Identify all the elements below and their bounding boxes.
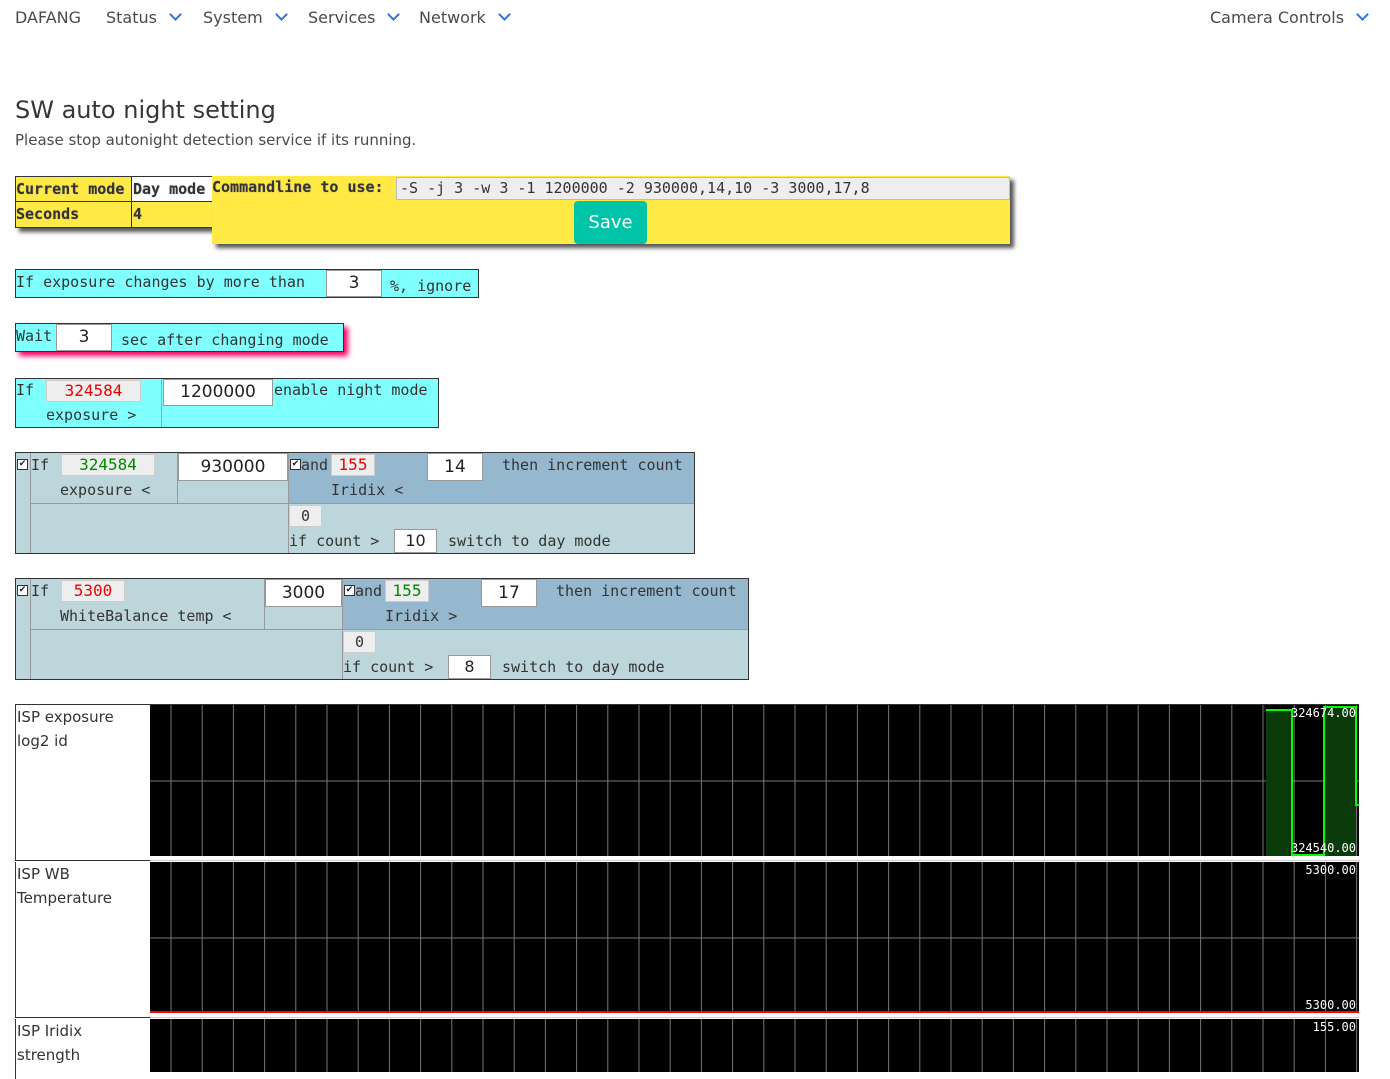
nav-services-label: Services	[308, 8, 376, 27]
chevron-down-icon	[1356, 8, 1369, 21]
nav-services[interactable]: Services	[308, 8, 401, 27]
current-mode-label: Current mode	[16, 180, 125, 198]
day2-wb-current: 5300	[61, 580, 125, 602]
day2-count-value: 0	[343, 631, 376, 653]
day2-if-label: If	[31, 582, 50, 600]
day1-iridix-current: 155	[331, 454, 375, 476]
chevron-down-icon	[169, 8, 182, 21]
day-rule-exposure: ✔ If 324584 exposure < 930000 ✔ and 155 …	[15, 452, 695, 554]
day2-count-threshold-input[interactable]: 8	[448, 655, 491, 679]
day2-iridix-metric: Iridix >	[385, 607, 458, 625]
day1-if-label: If	[31, 456, 50, 474]
chart-exposure-max: 324674.00	[1290, 706, 1356, 720]
day-rule-1-checkbox[interactable]: ✔	[17, 459, 28, 470]
night-if-label: If	[16, 381, 35, 399]
chart-separator	[150, 856, 1359, 861]
exposure-change-suffix: %, ignore	[390, 277, 472, 295]
series-area	[1266, 710, 1292, 857]
day1-iridix-checkbox[interactable]: ✔	[290, 459, 301, 470]
day1-action: switch to day mode	[448, 532, 611, 550]
day1-exposure-metric: exposure <	[60, 481, 151, 499]
nav-status[interactable]: Status	[106, 8, 182, 27]
wait-input[interactable]: 3	[56, 324, 112, 351]
chart-iridix	[150, 1019, 1359, 1072]
nav-camera-controls-label: Camera Controls	[1210, 8, 1345, 27]
page-title: SW auto night setting	[15, 96, 276, 124]
chart-wb-max: 5300.00	[1305, 863, 1356, 877]
day-rule-whitebalance: ✔ If 5300 WhiteBalance temp < 3000 ✔ and…	[15, 578, 749, 680]
day1-iridix-metric: Iridix <	[331, 481, 404, 499]
exposure-change-row: If exposure changes by more than 3 %, ig…	[15, 269, 479, 298]
night-exposure-current: 324584	[46, 380, 141, 402]
day2-count-label: if count >	[343, 658, 434, 676]
wait-row: Wait 3 sec after changing mode	[15, 323, 344, 352]
day1-count-label: if count >	[289, 532, 380, 550]
chart-separator	[150, 1013, 1359, 1018]
nav-network[interactable]: Network	[419, 8, 511, 27]
commandline-label: Commandline to use:	[212, 178, 384, 196]
chart-label-iridix: ISP Iridix strength	[15, 1019, 150, 1079]
day2-action: switch to day mode	[502, 658, 665, 676]
chart-iridix-max: 155.00	[1312, 1020, 1356, 1034]
cell-divider	[30, 629, 748, 630]
day2-then-label: then increment count	[556, 582, 737, 600]
navbar: DAFANG Status System Services Network Ca…	[0, 0, 1390, 38]
day1-and-label: and	[301, 456, 329, 474]
seconds-label: Seconds	[16, 205, 80, 223]
cell-divider	[30, 503, 694, 504]
night-exposure-threshold-input[interactable]: 1200000	[163, 379, 273, 406]
day1-exposure-current: 324584	[61, 454, 155, 476]
day1-count-value: 0	[289, 505, 322, 527]
wait-prefix: Wait	[16, 327, 53, 345]
table-divider	[16, 201, 212, 202]
night-action: enable night mode	[274, 381, 428, 399]
nav-status-label: Status	[106, 8, 157, 27]
current-mode-value: Day mode	[133, 180, 206, 198]
day1-iridix-threshold-input[interactable]: 14	[427, 453, 483, 481]
nav-network-label: Network	[419, 8, 486, 27]
wait-suffix: sec after changing mode	[121, 331, 329, 349]
chart-wb-min: 5300.00	[1305, 998, 1356, 1012]
chart-exposure-min: 324540.00	[1290, 841, 1356, 855]
night-exposure-metric: exposure >	[46, 406, 137, 424]
night-rule: If 324584 exposure > 1200000 enable nigh…	[15, 378, 439, 428]
nav-camera-controls[interactable]: Camera Controls	[1210, 8, 1369, 27]
chevron-down-icon	[387, 8, 401, 21]
day2-wb-threshold-input[interactable]: 3000	[265, 579, 342, 607]
series-area	[1324, 707, 1356, 857]
chart-label-exposure: ISP exposure log2 id	[15, 705, 150, 861]
day-rule-2-checkbox[interactable]: ✔	[17, 585, 28, 596]
mode-table: Current mode Day mode Seconds 4	[15, 176, 213, 228]
day1-exposure-threshold-input[interactable]: 930000	[178, 453, 288, 481]
day2-and-label: and	[355, 582, 383, 600]
day2-iridix-current: 155	[385, 580, 429, 602]
day2-wb-metric: WhiteBalance temp <	[60, 607, 232, 625]
save-button[interactable]: Save	[574, 201, 647, 244]
cell-divider	[161, 379, 162, 427]
brand-link[interactable]: DAFANG	[15, 8, 81, 27]
day1-then-label: then increment count	[502, 456, 683, 474]
chevron-down-icon	[497, 8, 511, 21]
day1-count-threshold-input[interactable]: 10	[394, 529, 437, 553]
nav-system-label: System	[203, 8, 263, 27]
chevron-down-icon	[274, 8, 288, 21]
exposure-change-prefix: If exposure changes by more than	[16, 273, 305, 291]
day2-iridix-checkbox[interactable]: ✔	[344, 585, 355, 596]
commandline-input[interactable]: -S -j 3 -w 3 -1 1200000 -2 930000,14,10 …	[396, 177, 1010, 200]
exposure-change-input[interactable]: 3	[326, 270, 382, 297]
day2-iridix-threshold-input[interactable]: 17	[481, 579, 537, 607]
seconds-value: 4	[133, 205, 143, 223]
chart-wb	[150, 862, 1359, 1014]
page-subtitle: Please stop autonight detection service …	[15, 131, 417, 149]
chart-background	[150, 1019, 1359, 1072]
chart-label-wb: ISP WB Temperature	[15, 862, 150, 1018]
nav-system[interactable]: System	[203, 8, 288, 27]
chart-exposure	[150, 705, 1359, 857]
